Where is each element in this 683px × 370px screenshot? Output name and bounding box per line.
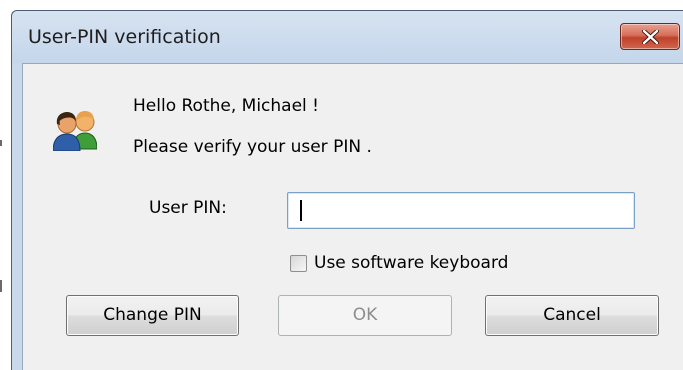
cancel-button[interactable]: Cancel (485, 295, 659, 336)
users-icon (53, 111, 97, 151)
dialog-title: User-PIN verification (28, 26, 221, 48)
title-bar[interactable]: User-PIN verification (12, 11, 683, 63)
user-pin-input[interactable] (287, 192, 635, 229)
close-icon (642, 30, 659, 44)
dialog-body: Hello Rothe, Michael ! Please verify you… (22, 63, 683, 370)
close-button[interactable] (620, 23, 680, 50)
change-pin-button[interactable]: Change PIN (66, 295, 239, 336)
ok-button[interactable]: OK (278, 295, 452, 336)
background-artifact (0, 140, 2, 146)
user-pin-label: User PIN: (149, 198, 227, 218)
instruction-text: Please verify your user PIN . (133, 137, 372, 157)
software-keyboard-label[interactable]: Use software keyboard (314, 253, 508, 273)
text-caret (300, 200, 302, 221)
background-artifact (0, 280, 2, 292)
pin-verification-dialog: User-PIN verification Hello Rothe, Micha… (11, 10, 683, 370)
greeting-text: Hello Rothe, Michael ! (133, 96, 319, 116)
software-keyboard-checkbox[interactable] (290, 255, 307, 272)
screen: User-PIN verification Hello Rothe, Micha… (0, 0, 683, 370)
